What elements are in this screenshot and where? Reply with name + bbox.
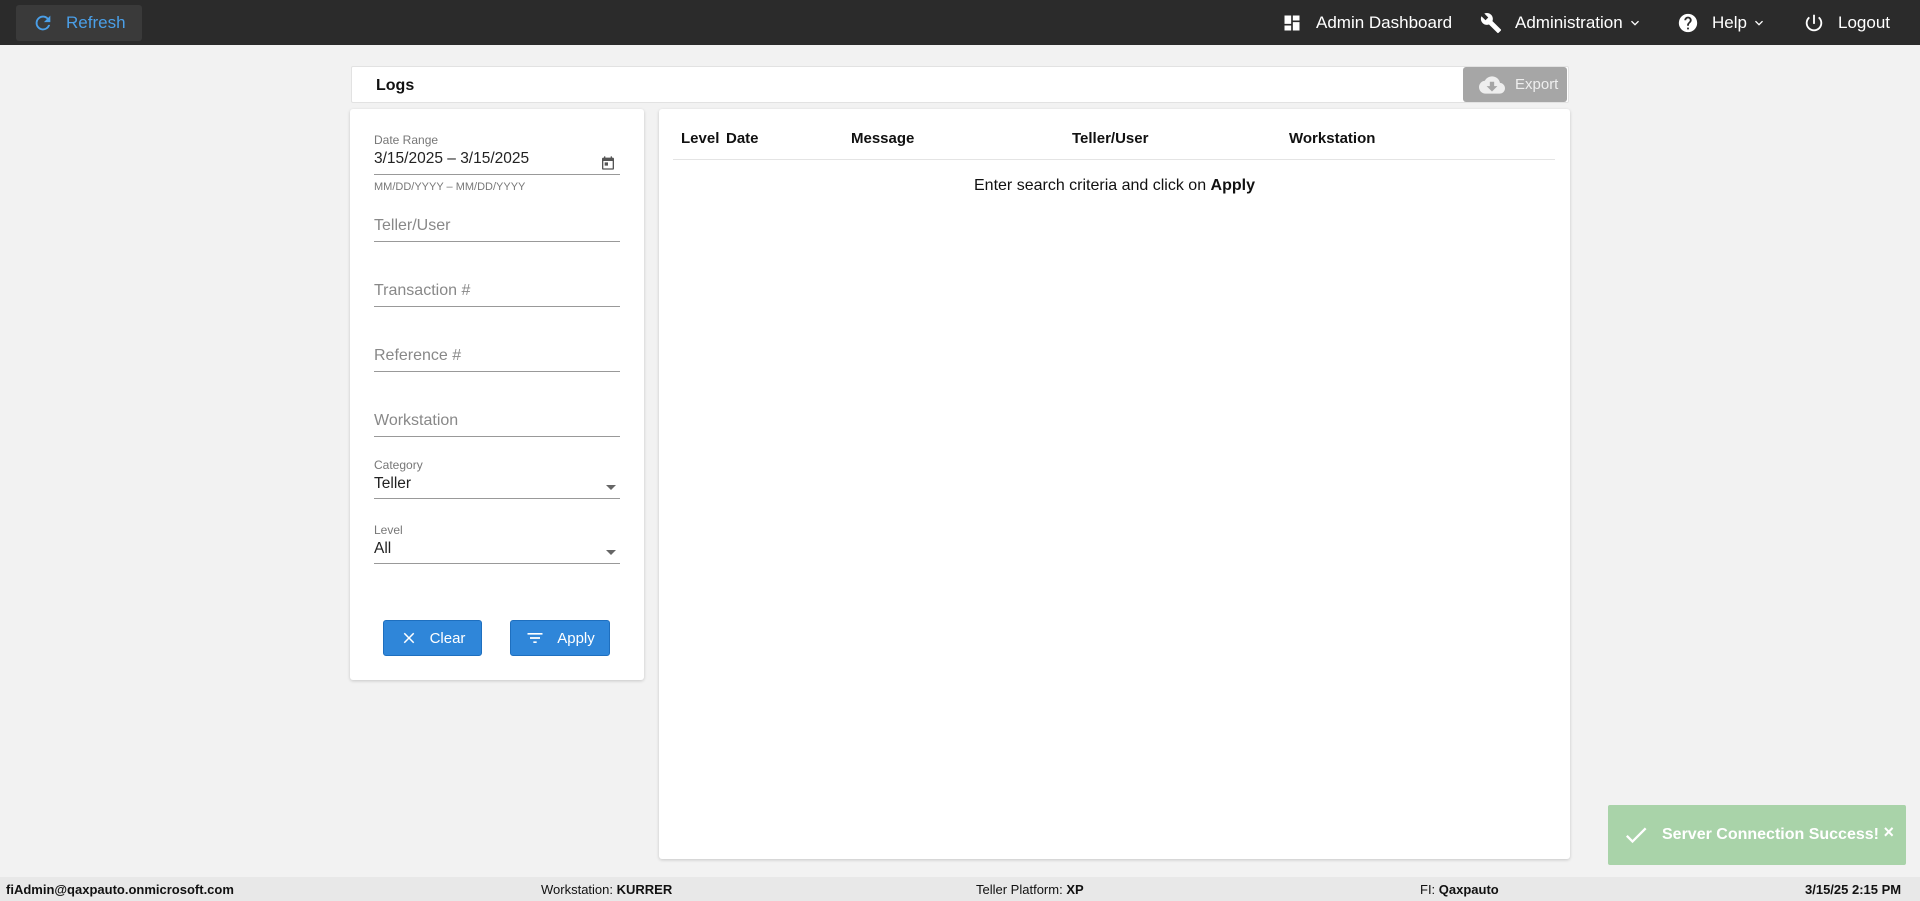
clear-button[interactable]: Clear bbox=[383, 620, 482, 656]
top-navigation-bar: Refresh Admin Dashboard Administration H… bbox=[0, 0, 1920, 45]
status-user: fiAdmin@qaxpauto.onmicrosoft.com bbox=[6, 882, 234, 897]
cloud-download-icon bbox=[1479, 75, 1505, 94]
status-datetime: 3/15/25 2:15 PM bbox=[1805, 882, 1901, 897]
empty-state-action: Apply bbox=[1210, 177, 1255, 194]
column-header-teller-user[interactable]: Teller/User bbox=[1072, 130, 1148, 147]
help-icon bbox=[1676, 11, 1700, 35]
filter-icon bbox=[527, 633, 543, 643]
help-menu[interactable]: Help bbox=[1676, 0, 1767, 45]
dropdown-arrow-icon[interactable] bbox=[606, 485, 616, 490]
column-header-message[interactable]: Message bbox=[851, 130, 914, 147]
workstation-input[interactable]: Workstation bbox=[374, 412, 620, 436]
refresh-label: Refresh bbox=[66, 13, 126, 32]
empty-state-message: Enter search criteria and click on Apply bbox=[659, 177, 1570, 195]
export-label: Export bbox=[1515, 76, 1559, 93]
admin-dashboard-link[interactable]: Admin Dashboard bbox=[1280, 0, 1452, 45]
logout-link[interactable]: Logout bbox=[1802, 0, 1890, 45]
status-workstation: Workstation: KURRER bbox=[541, 882, 672, 897]
status-workstation-label: Workstation: bbox=[541, 882, 617, 897]
administration-menu[interactable]: Administration bbox=[1479, 0, 1643, 45]
wrench-icon bbox=[1479, 11, 1503, 35]
status-datetime-value: 3/15/25 2:15 PM bbox=[1805, 882, 1902, 897]
reference-field[interactable]: Reference # bbox=[374, 347, 620, 372]
reference-input[interactable]: Reference # bbox=[374, 347, 620, 371]
teller-user-input[interactable]: Teller/User bbox=[374, 217, 620, 241]
success-toast: Server Connection Success! × bbox=[1608, 805, 1906, 865]
apply-label: Apply bbox=[557, 629, 595, 647]
transaction-input[interactable]: Transaction # bbox=[374, 282, 620, 306]
check-icon bbox=[1625, 827, 1647, 844]
date-range-field[interactable]: Date Range 3/15/2025 – 3/15/2025 MM/DD/Y… bbox=[374, 133, 620, 193]
workstation-underline bbox=[374, 436, 620, 437]
transaction-underline bbox=[374, 306, 620, 307]
level-label: Level bbox=[374, 523, 403, 537]
close-icon bbox=[403, 632, 414, 644]
logs-header-bar: Logs bbox=[351, 66, 1569, 103]
date-range-label: Date Range bbox=[374, 133, 439, 147]
date-range-input[interactable]: 3/15/2025 – 3/15/2025 bbox=[374, 150, 620, 168]
column-header-date[interactable]: Date bbox=[726, 130, 759, 147]
category-underline bbox=[374, 498, 620, 499]
column-header-workstation[interactable]: Workstation bbox=[1289, 130, 1375, 147]
admin-dashboard-label: Admin Dashboard bbox=[1316, 12, 1453, 32]
status-platform-label: Teller Platform: bbox=[976, 882, 1067, 897]
status-fi-value: Qaxpauto bbox=[1438, 882, 1499, 897]
page-title: Logs bbox=[376, 77, 415, 94]
date-range-hint: MM/DD/YYYY – MM/DD/YYYY bbox=[374, 181, 526, 193]
status-platform-value: XP bbox=[1066, 882, 1084, 897]
status-user-value: fiAdmin@qaxpauto.onmicrosoft.com bbox=[6, 882, 234, 897]
filter-panel: Date Range 3/15/2025 – 3/15/2025 MM/DD/Y… bbox=[350, 109, 644, 680]
toast-message: Server Connection Success! bbox=[1662, 826, 1879, 843]
refresh-button[interactable]: Refresh bbox=[16, 5, 142, 41]
status-fi-label: FI: bbox=[1420, 882, 1439, 897]
chevron-down-icon bbox=[1754, 20, 1763, 26]
administration-label: Administration bbox=[1515, 12, 1623, 32]
export-button[interactable]: Export bbox=[1463, 67, 1567, 102]
level-underline bbox=[374, 563, 620, 564]
date-range-underline bbox=[374, 174, 620, 175]
results-panel: Level Date Message Teller/User Workstati… bbox=[659, 109, 1570, 859]
clear-label: Clear bbox=[429, 629, 466, 647]
help-label: Help bbox=[1712, 12, 1747, 32]
dropdown-arrow-icon[interactable] bbox=[606, 550, 616, 555]
transaction-field[interactable]: Transaction # bbox=[374, 282, 620, 307]
toast-close-icon[interactable]: × bbox=[1883, 822, 1894, 843]
level-select[interactable]: Level All bbox=[374, 523, 620, 564]
dashboard-icon bbox=[1280, 11, 1304, 35]
workstation-field[interactable]: Workstation bbox=[374, 412, 620, 437]
category-select[interactable]: Category Teller bbox=[374, 458, 620, 499]
logout-label: Logout bbox=[1838, 12, 1890, 32]
reference-underline bbox=[374, 371, 620, 372]
apply-button[interactable]: Apply bbox=[510, 620, 610, 656]
status-platform: Teller Platform: XP bbox=[976, 882, 1084, 897]
header-divider bbox=[673, 159, 1555, 160]
teller-user-underline bbox=[374, 241, 620, 242]
chevron-down-icon bbox=[1630, 20, 1639, 26]
power-icon bbox=[1802, 11, 1826, 35]
status-workstation-value: KURRER bbox=[616, 882, 673, 897]
empty-state-text: Enter search criteria and click on bbox=[974, 177, 1211, 194]
category-label: Category bbox=[374, 458, 423, 472]
teller-user-field[interactable]: Teller/User bbox=[374, 217, 620, 242]
refresh-icon bbox=[35, 15, 51, 31]
level-value[interactable]: All bbox=[374, 540, 620, 558]
status-bar: fiAdmin@qaxpauto.onmicrosoft.com Worksta… bbox=[0, 877, 1920, 901]
category-value[interactable]: Teller bbox=[374, 475, 620, 493]
status-fi: FI: Qaxpauto bbox=[1420, 882, 1499, 897]
column-header-level[interactable]: Level bbox=[681, 130, 719, 147]
calendar-icon[interactable] bbox=[600, 155, 616, 171]
